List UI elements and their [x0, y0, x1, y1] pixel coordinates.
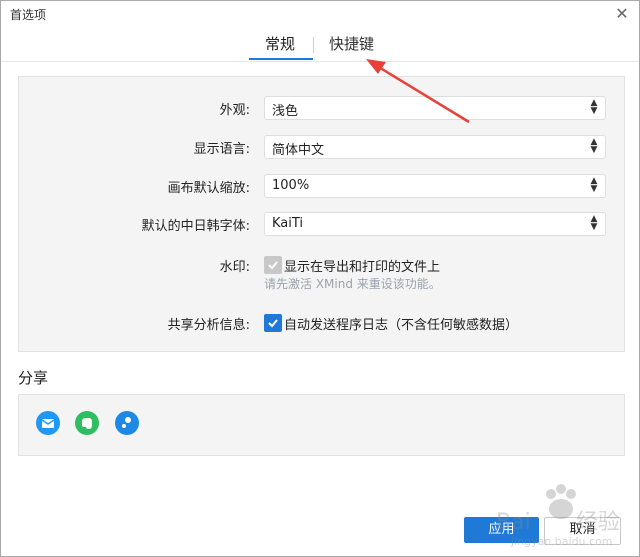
zoom-value: 100%	[272, 178, 310, 193]
baidu-watermark-logo: Bai 经验 jingyan.baidu.com	[496, 484, 620, 548]
share-section-title: 分享	[18, 369, 49, 387]
language-value: 简体中文	[272, 143, 325, 158]
tab-shortcuts[interactable]: 快捷键	[329, 33, 374, 54]
analytics-row: 共享分析信息: 自动发送程序日志（不含任何敏感数据）	[19, 313, 624, 335]
evernote-icon[interactable]	[75, 411, 99, 435]
tab-general[interactable]: 常规	[265, 33, 295, 54]
select-chevron-icon: ▲ ▼	[590, 214, 598, 232]
language-row: 显示语言: 简体中文 ▲ ▼	[19, 135, 624, 159]
appearance-select[interactable]: 浅色 ▲ ▼	[264, 96, 606, 120]
preferences-window: 首选项 ✕ 常规 快捷键 外观: 浅色 ▲ ▼ 显示语言: 简体中文 ▲ ▼ 画布默…	[0, 0, 640, 557]
watermark-row: 水印: 显示在导出和打印的文件上 请先激活 XMind 来重设该功能。	[19, 255, 624, 295]
share-panel	[18, 394, 625, 456]
zoom-select[interactable]: 100% ▲ ▼	[264, 174, 606, 198]
svg-text:jingyan.baidu.com: jingyan.baidu.com	[510, 535, 613, 548]
watermark-checkbox[interactable]	[264, 256, 282, 274]
cjk-font-value: KaiTi	[272, 216, 304, 231]
appearance-value: 浅色	[272, 104, 299, 119]
select-chevron-icon: ▲ ▼	[590, 98, 598, 116]
share-link-icon[interactable]	[115, 411, 139, 435]
language-label: 显示语言:	[193, 142, 250, 157]
mail-icon[interactable]	[36, 411, 60, 435]
language-select[interactable]: 简体中文 ▲ ▼	[264, 135, 606, 159]
select-chevron-icon: ▲ ▼	[590, 176, 598, 194]
cjk-font-row: 默认的中日韩字体: KaiTi ▲ ▼	[19, 212, 624, 236]
watermark-checkbox-label: 显示在导出和打印的文件上	[284, 260, 441, 275]
zoom-label: 画布默认缩放:	[167, 181, 250, 196]
close-icon[interactable]: ✕	[611, 3, 633, 25]
cjk-font-label: 默认的中日韩字体:	[141, 219, 250, 234]
select-chevron-icon: ▲ ▼	[590, 137, 598, 155]
analytics-checkbox-label: 自动发送程序日志（不含任何敏感数据）	[284, 318, 519, 333]
svg-text:经验: 经验	[576, 510, 620, 535]
general-settings-panel: 外观: 浅色 ▲ ▼ 显示语言: 简体中文 ▲ ▼ 画布默认缩放: 100% ▲ ▼ …	[18, 76, 625, 352]
tab-divider	[313, 37, 314, 53]
zoom-row: 画布默认缩放: 100% ▲ ▼	[19, 174, 624, 198]
title-bar: 首选项 ✕	[1, 1, 639, 27]
svg-text:Bai: Bai	[496, 510, 531, 535]
analytics-label: 共享分析信息:	[167, 318, 250, 333]
cjk-font-select[interactable]: KaiTi ▲ ▼	[264, 212, 606, 236]
appearance-row: 外观: 浅色 ▲ ▼	[19, 96, 624, 120]
active-tab-indicator	[249, 58, 313, 60]
watermark-label: 水印:	[219, 260, 250, 275]
watermark-hint: 请先激活 XMind 来重设该功能。	[264, 277, 441, 291]
analytics-checkbox[interactable]	[264, 314, 282, 332]
window-title: 首选项	[10, 8, 47, 22]
tab-bar: 常规 快捷键	[1, 29, 639, 62]
appearance-label: 外观:	[219, 103, 250, 118]
